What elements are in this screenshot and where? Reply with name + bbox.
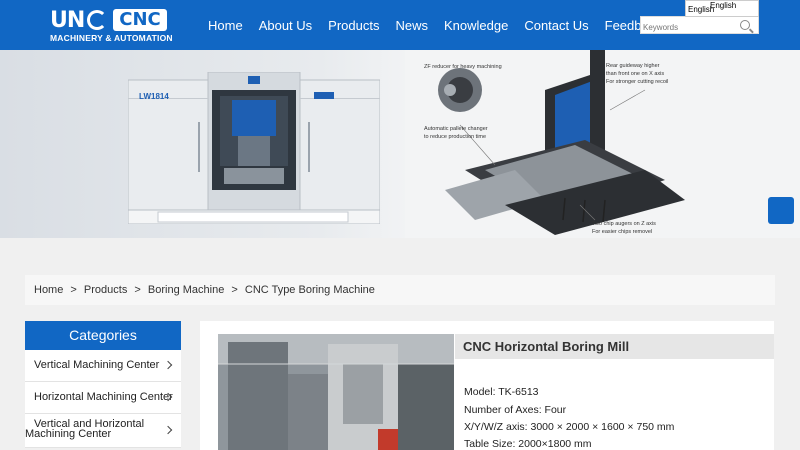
spec-model: Model: TK-6513 [464,386,539,398]
annotation-pallet-1: Automatic pallete changer [424,126,488,132]
hero-banner: LW1814 ZF reducer for heavy machining Re… [0,50,800,238]
boring-mill-diagram-image [405,50,800,238]
category-vertical-machining-center[interactable]: Vertical Machining Center [25,350,181,382]
main-nav: Home About Us Products News Knowledge Co… [200,0,670,50]
search-icon[interactable] [740,20,750,30]
nav-contact-us[interactable]: Contact Us [524,18,588,33]
category-label: Vertical and Horizontal Machining Center [25,418,145,440]
breadcrumb-separator: > [70,284,77,296]
annotation-augers-1: Two chip augers on Z axis [592,221,656,227]
site-header: UN CNC MACHINERY & AUTOMATION Home About… [0,0,800,50]
machine-badge-label: LW1814 [139,92,169,101]
nav-products[interactable]: Products [328,18,379,33]
category-label: Horizontal Machining Center [34,391,173,403]
logo-word: UN [50,7,85,33]
categories-title: Categories [25,321,181,350]
breadcrumb-separator: > [231,284,238,296]
spec-axes: Number of Axes: Four [464,404,567,416]
spec-table-size: Table Size: 2000×1800 mm [464,438,592,450]
product-title: CNC Horizontal Boring Mill [455,334,774,359]
logo-swirl-icon [87,10,108,30]
floating-contact-button[interactable] [768,197,794,224]
nav-knowledge[interactable]: Knowledge [444,18,508,33]
company-logo[interactable]: UN CNC MACHINERY & AUTOMATION [50,7,180,44]
chevron-right-icon [163,425,173,435]
chevron-right-icon [163,360,173,370]
annotation-pallet-2: to reduce production time [424,134,487,140]
logo-badge: CNC [113,9,167,31]
breadcrumb-products[interactable]: Products [84,284,127,296]
annotation-augers-2: For easier chips removel [592,229,653,235]
spec-travel: X/Y/W/Z axis: 3000 × 2000 × 1600 × 750 m… [464,421,675,433]
breadcrumb-home[interactable]: Home [34,284,63,296]
product-card: CNC Horizontal Boring Mill Model: TK-651… [200,321,774,450]
search-box [640,16,759,36]
annotation-guideway-3: For stronger cutting recoil [606,79,669,85]
breadcrumb-separator: > [134,284,141,296]
breadcrumb-current: CNC Type Boring Machine [244,284,375,296]
categories-panel: Categories Vertical Machining Center Hor… [25,321,181,448]
logo-tagline: MACHINERY & AUTOMATION [50,33,173,43]
search-input[interactable] [641,19,740,36]
nav-news[interactable]: News [395,18,428,33]
language-option[interactable]: English [710,0,736,14]
language-select[interactable]: English English [685,0,759,17]
category-horizontal-machining-center[interactable]: Horizontal Machining Center [25,382,181,414]
annotation-guideway-1: Rear guideway higher [606,63,660,69]
nav-home[interactable]: Home [208,18,243,33]
annotation-zf: ZF reducer for heavy machining [424,64,502,70]
breadcrumb: Home > Products > Boring Machine > CNC T… [25,275,775,305]
nav-about-us[interactable]: About Us [259,18,312,33]
product-photo[interactable] [218,334,454,450]
category-vertical-horizontal-machining-center[interactable]: Vertical and Horizontal Machining Center [25,414,181,448]
annotation-guideway-2: than front one on X axis [606,71,665,77]
category-label: Vertical Machining Center [34,359,160,371]
breadcrumb-boring-machine[interactable]: Boring Machine [148,284,224,296]
